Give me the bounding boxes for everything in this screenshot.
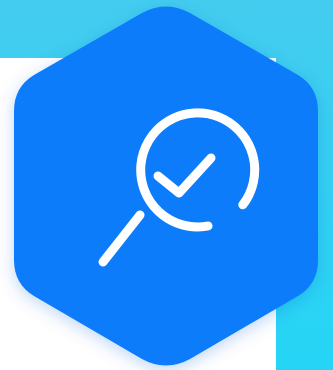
badge-illustration <box>0 0 333 370</box>
hexagon-badge <box>14 6 318 366</box>
